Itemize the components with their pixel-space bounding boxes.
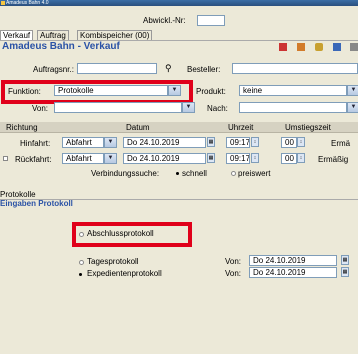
hinfahrt-richtung-select[interactable]: Abfahrt xyxy=(62,137,104,148)
funktion-dropdown-icon[interactable]: ▼ xyxy=(168,85,181,96)
col-datum: Datum xyxy=(126,123,150,132)
rueckfahrt-uhrzeit-input[interactable]: 09:17 xyxy=(226,153,250,164)
rueckfahrt-datum-input[interactable]: Do 24.10.2019 xyxy=(123,153,206,164)
funktion-label: Funktion: xyxy=(8,87,41,96)
radio-schnell[interactable] xyxy=(176,172,179,175)
rueckfahrt-checkbox[interactable] xyxy=(3,156,8,161)
app-icon xyxy=(1,1,5,5)
produkt-label: Produkt: xyxy=(196,87,226,96)
tab-protokolle[interactable]: Protokolle xyxy=(0,190,36,199)
abschlussprotokoll-label: Abschlussprotokoll xyxy=(87,229,154,238)
tab-verkauf[interactable]: Verkauf xyxy=(0,30,34,40)
col-richtung: Richtung xyxy=(6,123,38,132)
verbindungssuche-label: Verbindungssuche: xyxy=(91,169,160,178)
window-titlebar: Amadeus Bahn 4.0 xyxy=(0,0,358,6)
hinfahrt-umstieg-input[interactable]: 00 xyxy=(281,137,297,148)
nach-input[interactable] xyxy=(239,102,347,113)
print-icon[interactable] xyxy=(279,43,287,51)
folder-icon[interactable] xyxy=(315,43,323,51)
besteller-input[interactable] xyxy=(232,63,358,74)
hinfahrt-uhrzeit-input[interactable]: 09:17 xyxy=(226,137,250,148)
tages-von-date-input[interactable]: Do 24.10.2019 xyxy=(249,255,337,266)
tagesprotokoll-label: Tagesprotokoll xyxy=(87,257,139,266)
tab-auftrag[interactable]: Auftrag xyxy=(37,30,69,40)
eingaben-protokoll-title: Eingaben Protokoll xyxy=(0,199,73,208)
hinfahrt-calendar-icon[interactable]: ▦ xyxy=(207,137,215,147)
expedientenprotokoll-label: Expedientenprotokoll xyxy=(87,269,162,278)
hinfahrt-datum-input[interactable]: Do 24.10.2019 xyxy=(123,137,206,148)
window-title: Amadeus Bahn 4.0 xyxy=(6,0,49,6)
save-icon[interactable] xyxy=(333,43,341,51)
auftragsnr-input[interactable] xyxy=(77,63,157,74)
tages-calendar-icon[interactable]: ▦ xyxy=(341,255,349,265)
page-title: Amadeus Bahn - Verkauf xyxy=(2,41,120,52)
rueckfahrt-richtung-select[interactable]: Abfahrt xyxy=(62,153,104,164)
von-dropdown-icon[interactable]: ▼ xyxy=(182,102,195,113)
exp-von-date-input[interactable]: Do 24.10.2019 xyxy=(249,267,337,278)
produkt-select[interactable]: keine xyxy=(239,85,347,96)
hinfahrt-label: Hinfahrt: xyxy=(20,139,51,148)
exp-von-label: Von: xyxy=(225,269,242,278)
nach-dropdown-icon[interactable]: ▼ xyxy=(347,102,358,113)
search-icon[interactable]: ⚲ xyxy=(165,63,172,74)
tab-kombispeicher[interactable]: Kombispeicher (00) xyxy=(77,30,153,40)
radio-preiswert[interactable] xyxy=(231,171,236,176)
hinfahrt-umstieg-spinner[interactable]: ↕ xyxy=(297,137,305,147)
radio-abschlussprotokoll[interactable] xyxy=(79,232,84,237)
exp-calendar-icon[interactable]: ▦ xyxy=(341,267,349,277)
radio-expedientenprotokoll[interactable] xyxy=(79,273,82,276)
rueckfahrt-umstieg-input[interactable]: 00 xyxy=(281,153,297,164)
rueckfahrt-label: Rückfahrt: xyxy=(15,155,52,164)
hinfahrt-richtung-dropdown-icon[interactable]: ▼ xyxy=(104,137,117,148)
nach-label: Nach: xyxy=(207,104,228,113)
funktion-select[interactable]: Protokolle xyxy=(54,85,168,96)
radio-schnell-label: schnell xyxy=(182,169,207,178)
von-label: Von: xyxy=(32,104,49,113)
rueckfahrt-ermaessigung-label: Ermäßig xyxy=(318,155,349,164)
auftragsnr-label: Auftragsnr.: xyxy=(33,65,74,74)
col-umstiegszeit: Umstiegszeit xyxy=(285,123,331,132)
radio-preiswert-label: preiswert xyxy=(238,169,271,178)
radio-tagesprotokoll[interactable] xyxy=(79,260,84,265)
abwickl-label: Abwickl.-Nr: xyxy=(143,16,186,25)
rueckfahrt-umstieg-spinner[interactable]: ↕ xyxy=(297,153,305,163)
col-uhrzeit: Uhrzeit xyxy=(228,123,254,132)
rueckfahrt-calendar-icon[interactable]: ▦ xyxy=(207,153,215,163)
abwickl-input[interactable] xyxy=(197,15,225,26)
hinfahrt-ermaessigung-label: Ermä xyxy=(331,139,351,148)
produkt-dropdown-icon[interactable]: ▼ xyxy=(347,85,358,96)
rueckfahrt-richtung-dropdown-icon[interactable]: ▼ xyxy=(104,153,117,164)
von-input[interactable] xyxy=(54,102,182,113)
besteller-label: Besteller: xyxy=(187,65,221,74)
close-icon[interactable] xyxy=(350,43,358,51)
hinfahrt-uhrzeit-spinner[interactable]: ↕ xyxy=(251,137,259,147)
tages-von-label: Von: xyxy=(225,257,242,266)
rueckfahrt-uhrzeit-spinner[interactable]: ↕ xyxy=(251,153,259,163)
edit-icon[interactable] xyxy=(297,43,305,51)
